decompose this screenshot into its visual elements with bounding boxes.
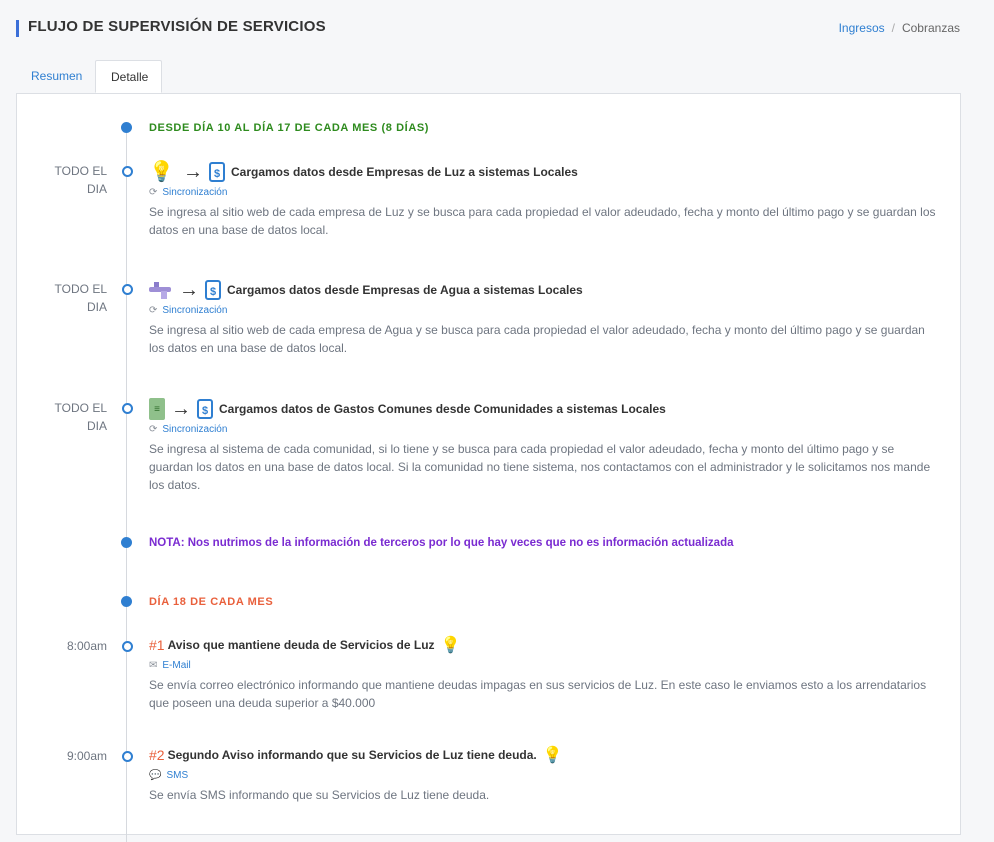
section-heading: DÍA 18 DE CADA MES [149, 596, 274, 608]
notice-number: #2 [149, 747, 165, 763]
arrow-right-icon: → [183, 160, 203, 183]
entry-time: TODO EL DIA [54, 282, 107, 314]
entry-time: TODO EL DIA [54, 164, 107, 196]
sync-icon: ⟳ [149, 423, 158, 435]
water-tap-icon [149, 281, 173, 299]
arrow-right-icon: → [171, 397, 191, 420]
entry-title: Aviso que mantiene deuda de Servicios de… [167, 638, 435, 652]
tab-resumen[interactable]: Resumen [16, 60, 96, 93]
invoice-dollar-icon: $ [197, 399, 213, 419]
timeline-panel: DESDE DÍA 10 AL DÍA 17 DE CADA MES (8 DÍ… [16, 93, 961, 842]
entry-tag[interactable]: ⟳ Sincronización [149, 422, 939, 436]
entry-tag[interactable]: 💬 SMS [149, 768, 939, 782]
sync-icon: ⟳ [149, 304, 158, 316]
invoice-dollar-icon: $ [209, 162, 225, 182]
spreadsheet-icon: ≡ [149, 398, 165, 420]
tag-label: Sincronización [162, 186, 228, 198]
tag-label: Sincronización [162, 304, 228, 316]
tag-label: E-Mail [162, 659, 191, 671]
chat-icon: 💬 [149, 769, 162, 781]
entry-description: Se ingresa al sitio web de cada empresa … [149, 205, 936, 237]
timeline-entry: → $ Cargamos datos desde Empresas de Agu… [149, 277, 939, 357]
entry-time: TODO EL DIA [54, 401, 107, 433]
timeline-marker [122, 166, 133, 177]
tag-label: Sincronización [162, 423, 228, 435]
entry-tag[interactable]: ✉ E-Mail [149, 658, 939, 672]
timeline-marker [122, 403, 133, 414]
entry-tag[interactable]: ⟳ Sincronización [149, 303, 939, 317]
breadcrumb-separator: / [891, 21, 895, 35]
entry-description: Se ingresa al sistema de cada comunidad,… [149, 442, 931, 492]
timeline-line [126, 122, 127, 842]
timeline-marker [121, 596, 132, 607]
page-header: FLUJO DE SUPERVISIÓN DE SERVICIOS Ingres… [16, 18, 960, 40]
timeline-marker [122, 641, 133, 652]
breadcrumb: Ingresos / Cobranzas [839, 21, 960, 35]
section-heading: DESDE DÍA 10 AL DÍA 17 DE CADA MES (8 DÍ… [149, 122, 430, 134]
sync-icon: ⟳ [149, 186, 158, 198]
notice-number: #1 [149, 637, 165, 653]
entry-description: Se envía correo electrónico informando q… [149, 678, 927, 710]
arrow-right-icon: → [179, 278, 199, 301]
entry-tag[interactable]: ⟳ Sincronización [149, 185, 939, 199]
timeline-entry: #2 Segundo Aviso informando que su Servi… [149, 742, 939, 804]
entry-title: Cargamos datos desde Empresas de Agua a … [227, 283, 583, 297]
page-title: FLUJO DE SUPERVISIÓN DE SERVICIOS [28, 18, 326, 35]
tab-detalle[interactable]: Detalle [95, 60, 162, 93]
entry-title: Cargamos datos desde Empresas de Luz a s… [231, 165, 578, 179]
timeline-marker [122, 751, 133, 762]
breadcrumb-ingresos[interactable]: Ingresos [839, 21, 885, 35]
invoice-dollar-icon: $ [205, 280, 221, 300]
breadcrumb-cobranzas: Cobranzas [901, 21, 960, 35]
entry-title: Segundo Aviso informando que su Servicio… [167, 748, 537, 762]
entry-title: Cargamos datos de Gastos Comunes desde C… [219, 402, 666, 416]
entry-time: 8:00am [66, 639, 107, 653]
entry-description: Se envía SMS informando que su Servicios… [149, 788, 490, 802]
timeline-entry: #1 Aviso que mantiene deuda de Servicios… [149, 632, 939, 712]
tag-label: SMS [166, 769, 189, 781]
lightbulb-icon: 💡 [149, 161, 174, 183]
timeline-marker [121, 537, 132, 548]
entry-description: Se ingresa al sitio web de cada empresa … [149, 323, 925, 355]
note-text: NOTA: Nos nutrimos de la información de … [149, 537, 734, 549]
lightbulb-icon: 💡 [440, 637, 461, 654]
timeline-marker [122, 284, 133, 295]
timeline-marker [121, 122, 132, 133]
title-accent-bar [16, 20, 19, 37]
mail-icon: ✉ [149, 659, 158, 671]
timeline-entry: ≡ → $ Cargamos datos de Gastos Comunes d… [149, 396, 939, 494]
timeline-entry: 💡 → $ Cargamos datos desde Empresas de L… [149, 159, 939, 239]
lightbulb-icon: 💡 [542, 747, 563, 764]
entry-time: 9:00am [66, 749, 107, 763]
